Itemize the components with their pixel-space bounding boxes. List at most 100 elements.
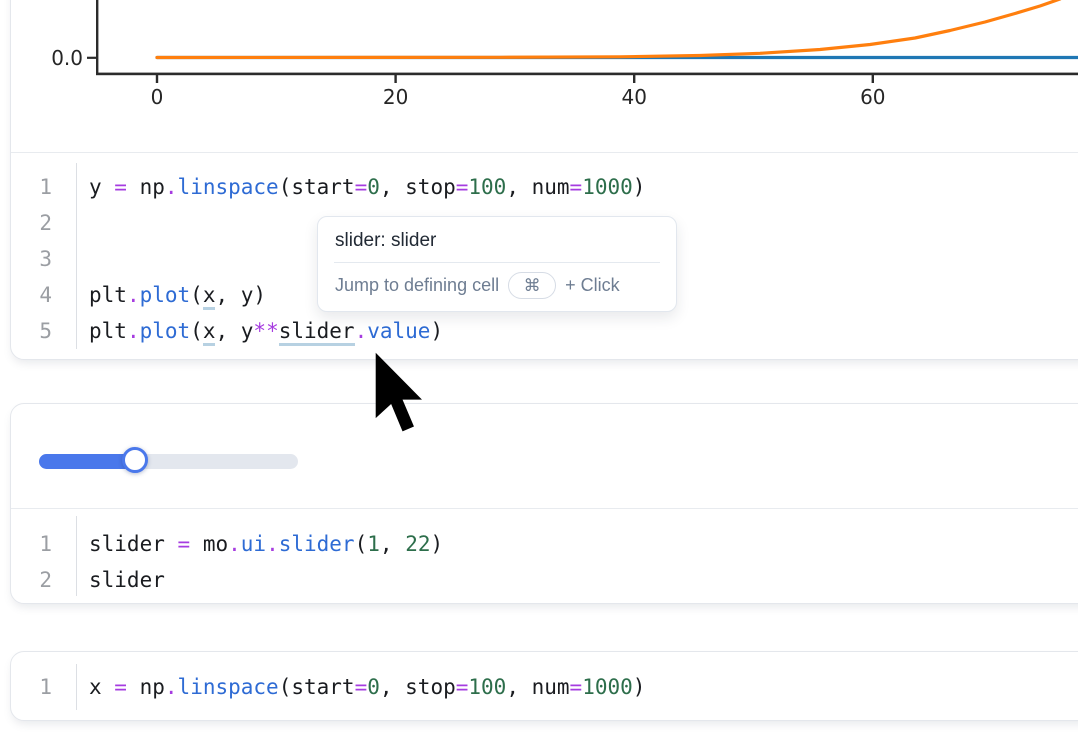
variable-reference[interactable]: slider (279, 319, 355, 346)
code-token: (start (279, 175, 355, 199)
code-token: ** (253, 319, 278, 343)
line-number: 1 (11, 169, 76, 205)
code-token: plt (89, 319, 127, 343)
code-token: ) (633, 175, 646, 199)
line-number: 1 (11, 526, 76, 562)
code-token: plot (140, 283, 191, 307)
code-text: slider (76, 562, 165, 598)
code-token: . (127, 319, 140, 343)
code-editor[interactable]: 1slider = mo.ui.slider(1, 22)2slider (11, 526, 1078, 598)
output-code-divider (11, 508, 1078, 509)
code-text: plt.plot(x, y**slider.value) (76, 313, 443, 349)
line-number: 3 (11, 241, 76, 277)
code-token: . (127, 283, 140, 307)
code-token: = (355, 675, 368, 699)
code-token: , stop (380, 175, 456, 199)
code-token: ui (241, 532, 266, 556)
code-text: plt.plot(x, y) (76, 277, 266, 313)
code-token: = (570, 675, 583, 699)
code-token: , (380, 532, 405, 556)
tooltip-action-label: Jump to defining cell (335, 275, 499, 296)
code-token: y (89, 175, 114, 199)
code-token: = (355, 175, 368, 199)
line-number: 4 (11, 277, 76, 313)
code-token: . (266, 532, 279, 556)
code-token: 0 (367, 675, 380, 699)
code-token: np (127, 175, 165, 199)
svg-text:60: 60 (860, 85, 885, 109)
code-token: , num (506, 675, 569, 699)
arrow-cursor-icon (372, 349, 426, 446)
slider-output (39, 446, 298, 476)
code-token: , y (215, 319, 253, 343)
code-token: ) (633, 675, 646, 699)
code-line[interactable]: 1slider = mo.ui.slider(1, 22) (11, 526, 1078, 562)
code-token: ( (355, 532, 368, 556)
tooltip-click-hint: + Click (565, 275, 620, 296)
code-token: ) (430, 532, 443, 556)
line-number: 1 (11, 669, 76, 705)
line-number: 2 (11, 562, 76, 598)
code-token: plt (89, 283, 127, 307)
matplotlib-figure: 0.0 0 20 40 60 (0, 0, 1078, 150)
code-line[interactable]: 1y = np.linspace(start=0, stop=100, num=… (11, 169, 1078, 205)
cell-x-definition: 1x = np.linspace(start=0, stop=100, num=… (10, 651, 1078, 721)
code-text: slider = mo.ui.slider(1, 22) (76, 526, 443, 562)
code-token: plot (140, 319, 191, 343)
code-token: linspace (178, 175, 279, 199)
command-key-icon: ⌘ (508, 272, 556, 299)
tooltip-title: slider: slider (318, 217, 676, 262)
code-token: slider (89, 532, 178, 556)
code-token: . (228, 532, 241, 556)
code-token: ) (430, 319, 443, 343)
code-token: = (456, 675, 469, 699)
code-token: 1000 (582, 675, 633, 699)
code-line[interactable]: 5plt.plot(x, y**slider.value) (11, 313, 1078, 349)
slider-fill (39, 454, 135, 469)
line-number: 5 (11, 313, 76, 349)
svg-text:40: 40 (621, 85, 646, 109)
code-text (76, 241, 89, 277)
code-token: np (127, 675, 165, 699)
code-token: = (114, 175, 127, 199)
code-text (76, 205, 89, 241)
code-token: = (570, 175, 583, 199)
code-token: mo (190, 532, 228, 556)
code-line[interactable]: 2slider (11, 562, 1078, 598)
code-editor[interactable]: 1x = np.linspace(start=0, stop=100, num=… (11, 669, 1078, 705)
svg-text:0.0: 0.0 (51, 46, 83, 70)
code-token: 100 (468, 675, 506, 699)
code-token: , num (506, 175, 569, 199)
svg-text:0: 0 (151, 85, 164, 109)
marimo-notebook: { "colors":{ "accent_blue":"#4a78eb", "t… (0, 0, 1078, 746)
code-text: x = np.linspace(start=0, stop=100, num=1… (76, 669, 645, 705)
code-token: . (165, 675, 178, 699)
code-token: (start (279, 675, 355, 699)
cell-slider: 1slider = mo.ui.slider(1, 22)2slider (10, 403, 1078, 604)
code-token: x (89, 675, 114, 699)
code-token: value (367, 319, 430, 343)
svg-text:20: 20 (383, 85, 408, 109)
code-token: linspace (178, 675, 279, 699)
output-code-divider (11, 152, 1078, 153)
code-token: , y) (215, 283, 266, 307)
code-token: = (456, 175, 469, 199)
code-token: . (355, 319, 368, 343)
code-token: ( (190, 319, 203, 343)
slider-handle[interactable] (122, 447, 148, 473)
variable-reference[interactable]: x (203, 283, 216, 310)
code-text: y = np.linspace(start=0, stop=100, num=1… (76, 169, 645, 205)
code-token: . (165, 175, 178, 199)
line-number: 2 (11, 205, 76, 241)
code-token: , stop (380, 675, 456, 699)
variable-reference[interactable]: x (203, 319, 216, 346)
code-token: 100 (468, 175, 506, 199)
code-token: 0 (367, 175, 380, 199)
code-token: = (178, 532, 191, 556)
code-token: 1 (367, 532, 380, 556)
code-token: ( (190, 283, 203, 307)
code-token: 22 (405, 532, 430, 556)
code-token: slider (279, 532, 355, 556)
code-line[interactable]: 1x = np.linspace(start=0, stop=100, num=… (11, 669, 1078, 705)
code-token: 1000 (582, 175, 633, 199)
